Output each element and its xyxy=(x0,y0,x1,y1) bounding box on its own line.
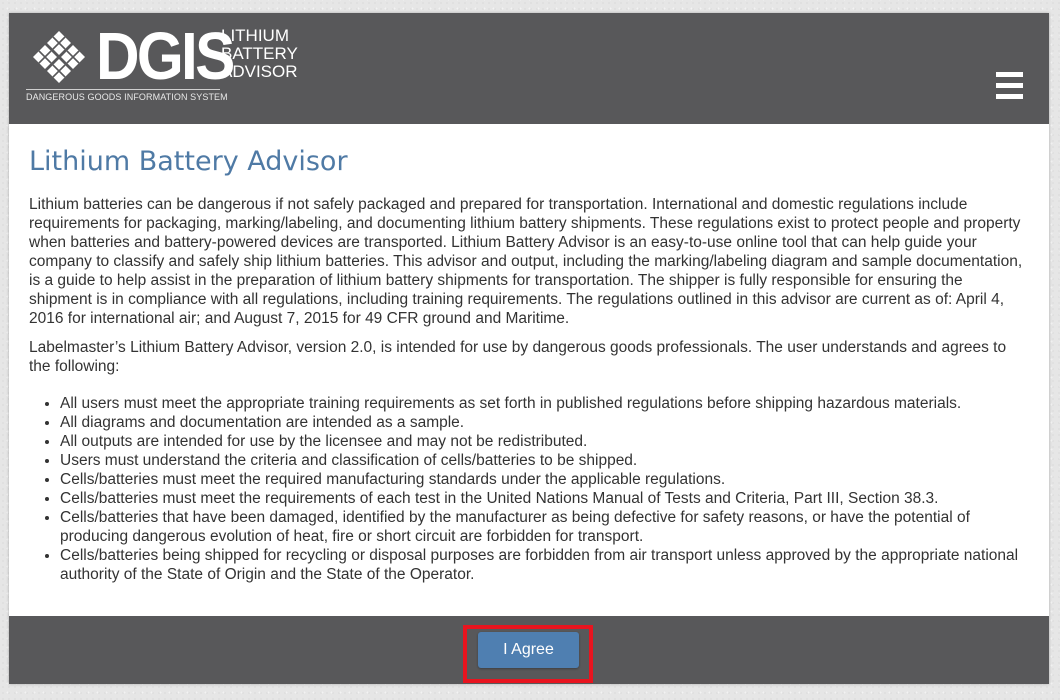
dgis-diamond-logo-icon xyxy=(33,31,85,83)
app-frame: DGIS LITHIUM BATTERY ADVISOR DANGEROUS G… xyxy=(9,13,1049,684)
main-content: Lithium Battery Advisor Lithium batterie… xyxy=(9,124,1049,616)
terms-list-item: Cells/batteries being shipped for recycl… xyxy=(60,546,1029,584)
logo-sub-line: ADVISOR xyxy=(221,62,298,81)
header: DGIS LITHIUM BATTERY ADVISOR DANGEROUS G… xyxy=(9,13,1049,124)
terms-list: All users must meet the appropriate trai… xyxy=(29,394,1029,584)
menu-bar xyxy=(996,94,1023,99)
logo-tagline: DANGEROUS GOODS INFORMATION SYSTEM xyxy=(26,92,228,102)
hamburger-menu-icon[interactable] xyxy=(996,72,1023,100)
menu-bar xyxy=(996,72,1023,77)
logo-sub-line: BATTERY xyxy=(221,44,298,63)
terms-list-item: Cells/batteries must meet the requiremen… xyxy=(60,489,1029,508)
terms-list-item: All users must meet the appropriate trai… xyxy=(60,394,1029,413)
terms-list-item: Users must understand the criteria and c… xyxy=(60,451,1029,470)
menu-bar xyxy=(996,83,1023,88)
disclaimer-text: Lithium batteries can be dangerous if no… xyxy=(29,195,1029,584)
logo-divider xyxy=(26,89,220,90)
footer: I Agree xyxy=(9,616,1049,684)
terms-list-item: Cells/batteries must meet the required m… xyxy=(60,470,1029,489)
logo-wordmark: DGIS xyxy=(96,19,235,94)
page-title: Lithium Battery Advisor xyxy=(29,146,348,177)
terms-list-item: All outputs are intended for use by the … xyxy=(60,432,1029,451)
terms-list-item: All diagrams and documentation are inten… xyxy=(60,413,1029,432)
agree-button[interactable]: I Agree xyxy=(478,632,579,668)
logo-product-name: LITHIUM BATTERY ADVISOR xyxy=(221,27,298,81)
terms-list-item: Cells/batteries that have been damaged, … xyxy=(60,508,1029,546)
agreement-paragraph: Labelmaster’s Lithium Battery Advisor, v… xyxy=(29,339,1007,375)
intro-paragraph: Lithium batteries can be dangerous if no… xyxy=(29,196,1023,327)
logo-sub-line: LITHIUM xyxy=(221,26,289,45)
